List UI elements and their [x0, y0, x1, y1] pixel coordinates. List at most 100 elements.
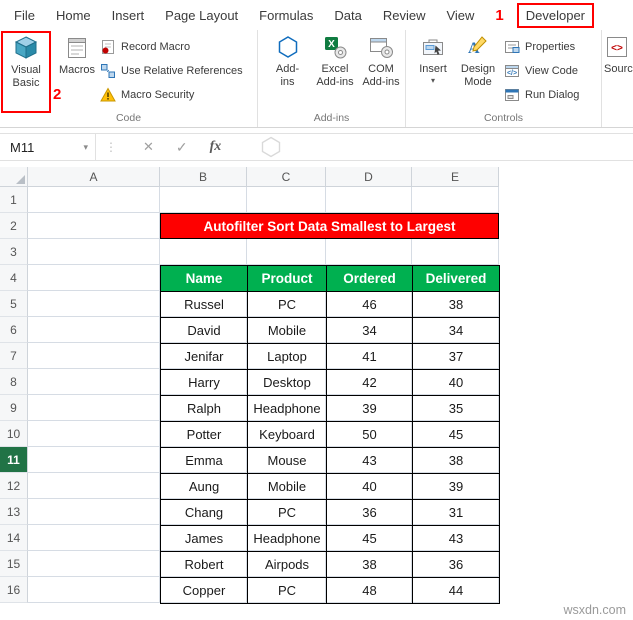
row-header[interactable]: 11 — [0, 447, 28, 473]
cell[interactable] — [28, 395, 160, 421]
cell[interactable] — [28, 473, 160, 499]
cell[interactable] — [28, 343, 160, 369]
cell[interactable] — [28, 265, 160, 291]
table-cell[interactable]: 46 — [326, 291, 413, 318]
table-cell[interactable]: Ralph — [160, 395, 248, 422]
column-header-b[interactable]: B — [160, 167, 247, 187]
record-macro-button[interactable]: Record Macro — [100, 37, 243, 57]
cell[interactable] — [28, 317, 160, 343]
cell[interactable] — [28, 525, 160, 551]
cell[interactable] — [28, 499, 160, 525]
table-cell[interactable]: Laptop — [247, 343, 327, 370]
row-header[interactable]: 9 — [0, 395, 28, 421]
table-cell[interactable]: Keyboard — [247, 421, 327, 448]
table-cell[interactable]: PC — [247, 577, 327, 604]
table-cell[interactable]: 45 — [412, 421, 500, 448]
table-cell[interactable]: 38 — [326, 551, 413, 578]
formula-input[interactable] — [235, 134, 633, 160]
row-header[interactable]: 1 — [0, 187, 28, 213]
table-cell[interactable]: 39 — [412, 473, 500, 500]
table-cell[interactable]: 36 — [412, 551, 500, 578]
tab-developer[interactable]: Developer — [516, 2, 595, 28]
insert-function-icon[interactable]: fx — [210, 139, 222, 155]
cell[interactable] — [247, 187, 326, 213]
table-cell[interactable]: PC — [247, 291, 327, 318]
table-cell[interactable]: Robert — [160, 551, 248, 578]
select-all-corner[interactable] — [0, 167, 28, 187]
row-header[interactable]: 12 — [0, 473, 28, 499]
table-cell[interactable]: 41 — [326, 343, 413, 370]
row-header[interactable]: 14 — [0, 525, 28, 551]
table-cell[interactable]: 36 — [326, 499, 413, 526]
cell[interactable] — [28, 291, 160, 317]
table-cell[interactable]: David — [160, 317, 248, 344]
row-header[interactable]: 3 — [0, 239, 28, 265]
table-cell[interactable]: Mobile — [247, 473, 327, 500]
table-cell[interactable]: 38 — [412, 447, 500, 474]
tab-page-layout[interactable]: Page Layout — [165, 8, 238, 23]
cell[interactable] — [28, 187, 160, 213]
enter-icon[interactable]: ✓ — [176, 139, 188, 156]
cell[interactable] — [28, 551, 160, 577]
table-cell[interactable]: PC — [247, 499, 327, 526]
table-cell[interactable]: Copper — [160, 577, 248, 604]
table-header-cell[interactable]: Product — [247, 265, 327, 292]
table-cell[interactable]: Russel — [160, 291, 248, 318]
table-header-cell[interactable]: Delivered — [412, 265, 500, 292]
table-cell[interactable]: 43 — [326, 447, 413, 474]
table-header-cell[interactable]: Name — [160, 265, 248, 292]
excel-addins-button[interactable]: X Excel Add-ins — [313, 34, 357, 89]
row-header[interactable]: 5 — [0, 291, 28, 317]
table-cell[interactable]: Emma — [160, 447, 248, 474]
table-cell[interactable]: Desktop — [247, 369, 327, 396]
table-cell[interactable]: Airpods — [247, 551, 327, 578]
cancel-icon[interactable]: ✕ — [143, 139, 154, 155]
table-cell[interactable]: James — [160, 525, 248, 552]
source-button[interactable]: <> Source — [604, 34, 633, 76]
table-cell[interactable]: 42 — [326, 369, 413, 396]
table-cell[interactable]: 40 — [326, 473, 413, 500]
tab-review[interactable]: Review — [383, 8, 426, 23]
table-cell[interactable]: 35 — [412, 395, 500, 422]
column-header-c[interactable]: C — [247, 167, 326, 187]
cell[interactable] — [28, 239, 160, 265]
cell[interactable] — [28, 369, 160, 395]
row-header[interactable]: 10 — [0, 421, 28, 447]
table-cell[interactable]: 50 — [326, 421, 413, 448]
table-cell[interactable]: Aung — [160, 473, 248, 500]
column-header-d[interactable]: D — [326, 167, 412, 187]
tab-data[interactable]: Data — [334, 8, 361, 23]
row-header[interactable]: 6 — [0, 317, 28, 343]
table-cell[interactable]: Mouse — [247, 447, 327, 474]
tab-view[interactable]: View — [446, 8, 474, 23]
cell[interactable] — [160, 239, 247, 265]
column-header-e[interactable]: E — [412, 167, 499, 187]
table-cell[interactable]: Mobile — [247, 317, 327, 344]
title-banner[interactable]: Autofilter Sort Data Smallest to Largest — [160, 213, 499, 239]
visual-basic-button[interactable]: Visual Basic — [5, 35, 47, 90]
com-addins-button[interactable]: COM Add-ins — [359, 34, 403, 89]
table-cell[interactable]: Jenifar — [160, 343, 248, 370]
table-cell[interactable]: Potter — [160, 421, 248, 448]
name-box-dropdown-icon[interactable]: ▾ — [83, 142, 88, 153]
row-header[interactable]: 13 — [0, 499, 28, 525]
tab-file[interactable]: File — [14, 8, 35, 23]
table-cell[interactable]: 39 — [326, 395, 413, 422]
table-cell[interactable]: Chang — [160, 499, 248, 526]
column-header-a[interactable]: A — [28, 167, 160, 187]
cell[interactable] — [412, 239, 499, 265]
row-header[interactable]: 7 — [0, 343, 28, 369]
tab-home[interactable]: Home — [56, 8, 91, 23]
table-cell[interactable]: Headphone — [247, 395, 327, 422]
table-cell[interactable]: 48 — [326, 577, 413, 604]
cell[interactable] — [28, 577, 160, 603]
table-cell[interactable]: 40 — [412, 369, 500, 396]
table-cell[interactable]: 38 — [412, 291, 500, 318]
table-cell[interactable]: 34 — [326, 317, 413, 344]
insert-controls-button[interactable]: Insert ▾ — [414, 34, 452, 85]
cell[interactable] — [160, 187, 247, 213]
name-box[interactable]: M11 ▾ — [0, 134, 96, 160]
row-header[interactable]: 4 — [0, 265, 28, 291]
tab-insert[interactable]: Insert — [112, 8, 145, 23]
table-cell[interactable]: 31 — [412, 499, 500, 526]
